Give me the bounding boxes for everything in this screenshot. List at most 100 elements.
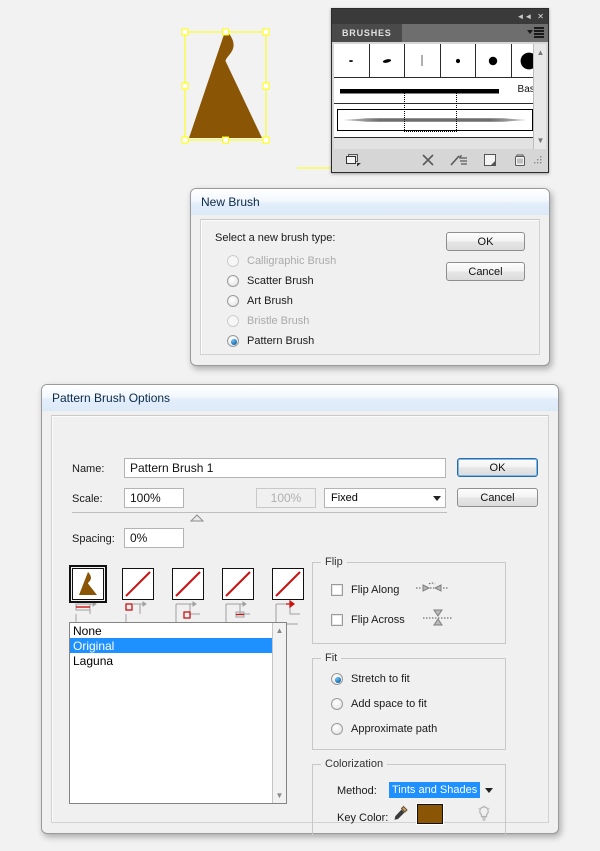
- colorization-method-dropdown[interactable]: Tints and Shades: [389, 780, 493, 800]
- list-item[interactable]: Laguna: [70, 653, 272, 668]
- eyedropper-icon[interactable]: [393, 805, 409, 826]
- tab-brushes[interactable]: BRUSHES: [332, 24, 402, 42]
- delete-brush-icon[interactable]: [505, 153, 534, 168]
- tile-button-group[interactable]: [69, 565, 308, 629]
- new-brush-prompt: Select a new brush type:: [215, 232, 336, 244]
- spacing-label: Spacing:: [72, 533, 115, 545]
- scroll-up-icon[interactable]: ▲: [273, 624, 286, 637]
- key-color-swatch[interactable]: [416, 803, 444, 825]
- fit-add-space-radio[interactable]: [331, 698, 343, 710]
- inner-corner-tile-button[interactable]: [172, 568, 204, 600]
- radio-pattern-brush[interactable]: Pattern Brush: [227, 335, 314, 347]
- new-brush-dialog-title: New Brush: [201, 195, 260, 209]
- scale-slider-thumb[interactable]: [189, 513, 205, 525]
- pattern-list-items[interactable]: None Original Laguna: [70, 623, 272, 803]
- scroll-down-icon[interactable]: ▼: [273, 789, 286, 802]
- tile-end-wrap[interactable]: [272, 568, 308, 629]
- panel-menu-lines: [534, 27, 544, 38]
- brushes-panel-tabrow[interactable]: BRUSHES: [332, 24, 548, 42]
- brush-name-input[interactable]: Pattern Brush 1: [124, 458, 446, 478]
- scroll-up-icon[interactable]: ▲: [534, 46, 547, 59]
- lightbulb-tip-icon[interactable]: [476, 805, 492, 826]
- radio-calligraphic-brush: Calligraphic Brush: [227, 255, 336, 267]
- flip-along-checkbox[interactable]: [331, 583, 343, 596]
- brush-thumb-small-dot[interactable]: [440, 44, 476, 77]
- new-brush-cancel-button[interactable]: Cancel: [446, 262, 525, 281]
- brush-thumb-small-blob[interactable]: [369, 44, 405, 77]
- radio-pattern-brush-marker[interactable]: [227, 335, 239, 347]
- spacing-input[interactable]: 0%: [124, 528, 184, 548]
- collapse-double-arrow-icon[interactable]: ◄◄: [516, 12, 532, 21]
- fit-add-space-row[interactable]: Add space to fit: [331, 698, 427, 710]
- new-brush-dialog[interactable]: New Brush Select a new brush type: Calli…: [190, 188, 550, 366]
- colorization-group: Colorization Method: Tints and Shades Ke…: [312, 758, 506, 837]
- chevron-down-icon: [485, 787, 493, 793]
- fit-approximate-row[interactable]: Approximate path: [331, 723, 437, 735]
- tile-side-wrap[interactable]: [69, 565, 108, 629]
- colorization-method-label: Method:: [337, 785, 377, 797]
- list-item[interactable]: None: [70, 623, 272, 638]
- scroll-down-icon[interactable]: ▼: [534, 134, 547, 147]
- brushes-panel-scrollbar[interactable]: ▲ ▼: [533, 44, 546, 149]
- fit-group-title: Fit: [321, 652, 342, 664]
- brushes-panel-body[interactable]: Basic: [334, 44, 546, 149]
- tile-start-wrap[interactable]: [222, 568, 258, 629]
- scale-slider-track[interactable]: [72, 512, 447, 513]
- brush-empty-row[interactable]: [334, 137, 546, 149]
- panel-menu-icon[interactable]: [527, 27, 544, 38]
- key-color-label: Key Color:: [337, 812, 389, 824]
- flip-across-checkbox[interactable]: [331, 613, 343, 626]
- radio-calligraphic-brush-marker: [227, 255, 239, 267]
- pattern-swatch-listbox[interactable]: None Original Laguna ▲ ▼: [69, 622, 287, 804]
- flip-across-row[interactable]: Flip Across: [331, 609, 455, 630]
- brush-art-stroke-row[interactable]: [334, 92, 546, 136]
- pattern-brush-cancel-button[interactable]: Cancel: [457, 488, 538, 507]
- close-icon[interactable]: ✕: [537, 12, 544, 21]
- scale-input[interactable]: 100%: [124, 488, 184, 508]
- radio-pattern-brush-label: Pattern Brush: [247, 335, 315, 347]
- flip-across-label: Flip Across: [351, 613, 405, 626]
- side-tile-button[interactable]: [69, 565, 107, 603]
- fit-stretch-radio[interactable]: [331, 673, 343, 685]
- brush-thumb-medium-dot[interactable]: [476, 44, 512, 77]
- pattern-list-scrollbar[interactable]: ▲ ▼: [272, 623, 286, 803]
- panel-menu-caret: [527, 30, 533, 35]
- start-tile-button[interactable]: [222, 568, 254, 600]
- new-brush-icon[interactable]: [475, 153, 505, 167]
- brushes-panel[interactable]: ◄◄ ✕ BRUSHES Basic ▲ ▼: [331, 8, 549, 173]
- tile-inner-corner-wrap[interactable]: [172, 568, 208, 629]
- outer-corner-tile-button[interactable]: [122, 568, 154, 600]
- new-brush-ok-button[interactable]: OK: [446, 232, 525, 251]
- brush-thumb-thin-line[interactable]: [405, 44, 441, 77]
- brushes-panel-footer[interactable]: [334, 150, 546, 170]
- flip-along-icon: [415, 581, 449, 598]
- name-label: Name:: [72, 463, 105, 475]
- remove-brush-stroke-icon[interactable]: [414, 153, 443, 167]
- pattern-brush-dialog-titlebar[interactable]: Pattern Brush Options: [42, 385, 558, 411]
- fit-approximate-radio[interactable]: [331, 723, 343, 735]
- brush-libraries-menu-icon[interactable]: [334, 153, 374, 167]
- end-tile-button[interactable]: [272, 568, 304, 600]
- fit-stretch-row[interactable]: Stretch to fit: [331, 673, 410, 685]
- options-of-selected-object-icon[interactable]: [443, 153, 475, 167]
- radio-art-brush[interactable]: Art Brush: [227, 295, 293, 307]
- flip-across-icon: [421, 609, 455, 630]
- scale-mode-dropdown[interactable]: Fixed: [324, 488, 446, 508]
- new-brush-dialog-titlebar[interactable]: New Brush: [191, 189, 549, 215]
- radio-scatter-brush[interactable]: Scatter Brush: [227, 275, 314, 287]
- brushes-panel-titlebar[interactable]: ◄◄ ✕: [332, 9, 548, 24]
- list-item[interactable]: Original: [70, 638, 272, 653]
- panel-resize-grip[interactable]: [534, 155, 546, 165]
- colorization-method-value: Tints and Shades: [389, 782, 481, 798]
- tile-outer-corner-wrap[interactable]: [122, 568, 158, 629]
- pattern-brush-ok-button[interactable]: OK: [457, 458, 538, 477]
- new-brush-dialog-panel: Select a new brush type: Calligraphic Br…: [200, 219, 540, 355]
- pattern-brush-dialog-title: Pattern Brush Options: [52, 391, 171, 405]
- scale-mode-value: Fixed: [331, 492, 358, 504]
- flip-along-row[interactable]: Flip Along: [331, 581, 449, 598]
- radio-art-brush-marker[interactable]: [227, 295, 239, 307]
- brush-thumbnail-row[interactable]: [334, 44, 546, 78]
- radio-art-brush-label: Art Brush: [247, 295, 293, 307]
- radio-scatter-brush-marker[interactable]: [227, 275, 239, 287]
- brush-thumb-tiny-dot[interactable]: [334, 44, 370, 77]
